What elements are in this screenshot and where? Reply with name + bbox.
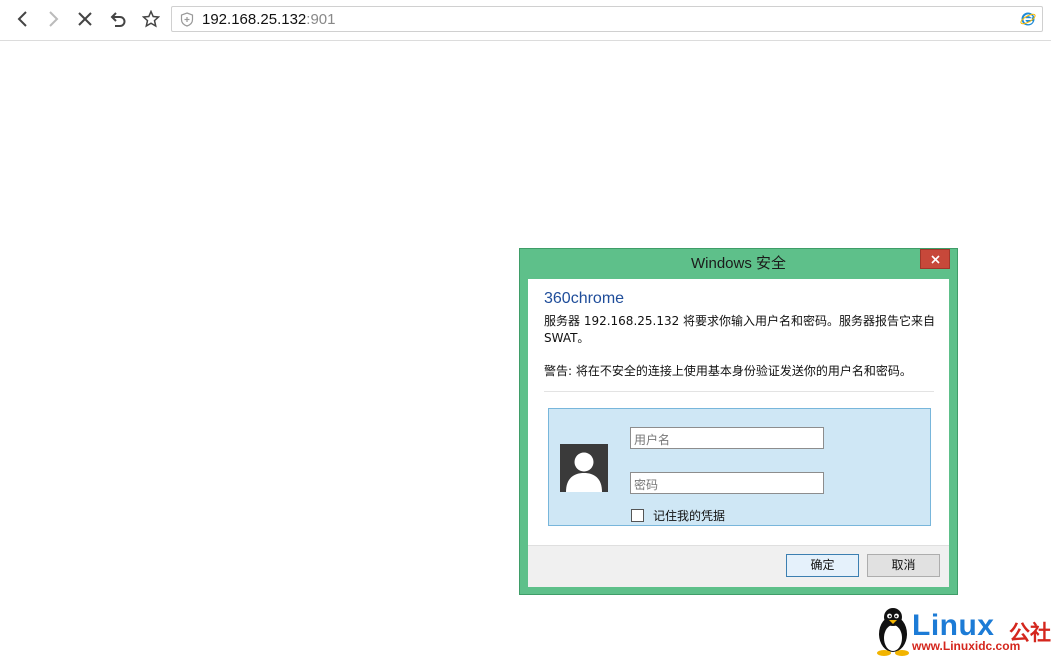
cancel-button[interactable]: 取消 <box>867 554 940 577</box>
url-host: 192.168.25.132 <box>202 11 307 28</box>
credential-panel: 用户名 密码 记住我的凭据 <box>548 408 931 526</box>
remember-credentials[interactable]: 记住我的凭据 <box>631 507 725 524</box>
remember-label: 记住我的凭据 <box>653 509 726 523</box>
user-avatar-icon <box>560 444 608 492</box>
browser-toolbar: 192.168.25.132:901 <box>0 0 1051 41</box>
username-placeholder: 用户名 <box>634 433 671 447</box>
back-button[interactable] <box>10 6 36 32</box>
ok-button[interactable]: 确定 <box>786 554 859 577</box>
dialog-close-button[interactable] <box>920 249 950 269</box>
watermark-site: www.Linuxidc.com <box>912 639 1021 653</box>
shield-icon <box>180 12 194 27</box>
forward-button[interactable] <box>40 6 66 32</box>
password-field[interactable]: 密码 <box>630 472 824 494</box>
dialog-body: 360chrome 服务器 192.168.25.132 将要求你输入用户名和密… <box>528 279 949 587</box>
password-placeholder: 密码 <box>634 478 659 492</box>
close-icon <box>930 254 940 264</box>
bookmark-button[interactable] <box>138 6 164 32</box>
app-name: 360chrome <box>544 290 625 307</box>
tux-penguin-icon <box>877 608 909 656</box>
windows-security-dialog: Windows 安全 360chrome 服务器 192.168.25.132 … <box>519 248 958 595</box>
linux-watermark: Linux 公社 www.Linuxidc.com <box>874 604 1051 656</box>
forward-arrow-icon <box>49 11 59 27</box>
url-text: 192.168.25.132:901 <box>202 11 335 28</box>
stop-button[interactable] <box>72 6 98 32</box>
star-icon <box>142 10 160 28</box>
remember-checkbox[interactable] <box>631 509 644 522</box>
ie-engine-icon[interactable] <box>1020 11 1036 27</box>
undo-button[interactable] <box>105 6 131 32</box>
url-port: :901 <box>306 11 336 28</box>
auth-warning: 警告: 将在不安全的连接上使用基本身份验证发送你的用户名和密码。 <box>544 364 912 378</box>
dialog-title: Windows 安全 <box>690 255 787 272</box>
address-bar[interactable]: 192.168.25.132:901 <box>171 6 1043 32</box>
dialog-footer: 确定 取消 <box>528 545 949 587</box>
divider <box>544 391 934 392</box>
close-x-icon <box>78 12 92 26</box>
undo-icon <box>110 12 126 27</box>
watermark-brand: Linux <box>912 609 995 642</box>
auth-message: 服务器 192.168.25.132 将要求你输入用户名和密码。服务器报告它来自… <box>544 314 936 345</box>
username-field[interactable]: 用户名 <box>630 427 824 449</box>
back-arrow-icon <box>17 11 27 27</box>
